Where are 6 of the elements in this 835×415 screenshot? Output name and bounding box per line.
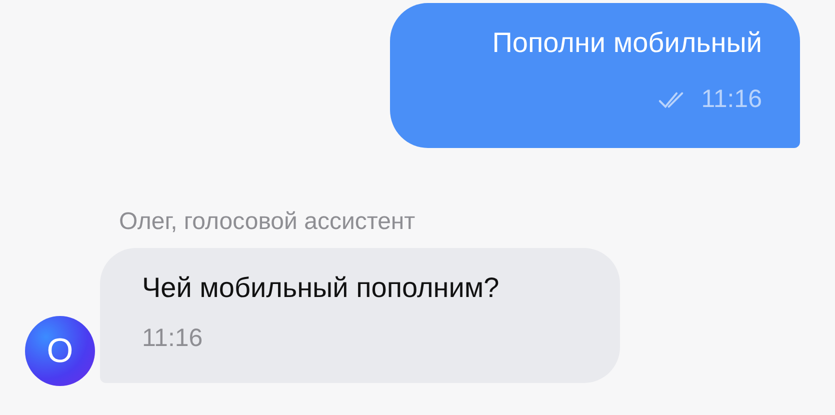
- message-text: Пополни мобильный: [492, 27, 762, 59]
- sender-name: Олег, голосовой ассистент: [119, 208, 416, 236]
- message-text: Чей мобильный пополним?: [142, 272, 500, 304]
- message-time: 11:16: [142, 324, 204, 353]
- avatar: О: [25, 316, 95, 386]
- message-time: 11:16: [701, 85, 762, 114]
